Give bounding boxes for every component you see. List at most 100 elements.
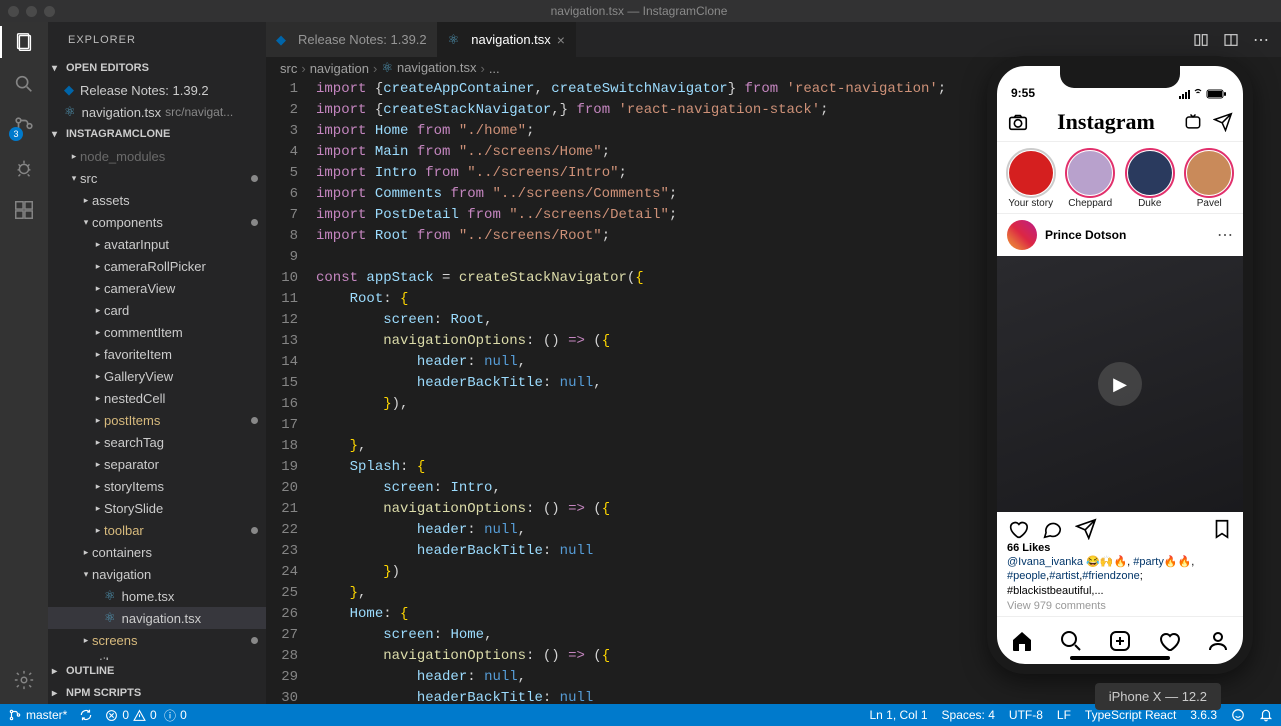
folder-item[interactable]: ▸nestedCell	[48, 387, 266, 409]
split-editor-icon[interactable]	[1223, 32, 1239, 48]
sb-feedback-icon[interactable]	[1231, 708, 1245, 722]
sb-spaces[interactable]: Spaces: 4	[942, 708, 995, 722]
traffic-lights	[8, 6, 55, 17]
open-editor-item[interactable]: ⚛navigation.tsxsrc/navigat...	[48, 101, 266, 123]
more-icon[interactable]: ⋯	[1253, 30, 1269, 50]
settings-gear-icon[interactable]	[12, 668, 36, 692]
explorer-icon[interactable]	[12, 30, 36, 54]
story-item[interactable]: Cheppard	[1065, 148, 1117, 209]
folder-item[interactable]: ▸screens	[48, 629, 266, 651]
folder-item[interactable]: ▾components	[48, 211, 266, 233]
outline-header[interactable]: ▸OUTLINE	[48, 660, 266, 682]
sb-problems[interactable]: 0 0 ⓘ 0	[105, 707, 186, 724]
story-item[interactable]: Pavel	[1184, 148, 1236, 209]
window-titlebar: navigation.tsx — InstagramClone	[0, 0, 1281, 22]
window-title: navigation.tsx — InstagramClone	[67, 4, 1281, 18]
folder-item[interactable]: ▸GalleryView	[48, 365, 266, 387]
extensions-icon[interactable]	[12, 198, 36, 222]
breadcrumb-item[interactable]: ...	[489, 61, 500, 76]
file-item[interactable]: ·⚛navigation.tsx	[48, 607, 266, 629]
folder-item[interactable]: ▸searchTag	[48, 431, 266, 453]
folder-item[interactable]: ▸separator	[48, 453, 266, 475]
sb-tsver[interactable]: 3.6.3	[1190, 708, 1217, 722]
view-comments[interactable]: View 979 comments	[997, 599, 1243, 616]
sb-lang[interactable]: TypeScript React	[1085, 708, 1176, 722]
tab-profile-icon[interactable]	[1206, 629, 1230, 653]
breadcrumb-item[interactable]: src	[280, 61, 297, 76]
bookmark-icon[interactable]	[1211, 518, 1233, 540]
breadcrumb-item[interactable]: navigation	[310, 61, 369, 76]
folder-item[interactable]: ▸containers	[48, 541, 266, 563]
camera-icon[interactable]	[1007, 111, 1029, 133]
tab-actions: ⋯	[1193, 22, 1281, 57]
sb-position[interactable]: Ln 1, Col 1	[869, 708, 927, 722]
story-item[interactable]: Duke	[1124, 148, 1176, 209]
editor-tab[interactable]: ⚛navigation.tsx×	[438, 22, 576, 57]
folder-item[interactable]: ▸node_modules	[48, 145, 266, 167]
tab-heart-icon[interactable]	[1157, 629, 1181, 653]
folder-item[interactable]: ▸StorySlide	[48, 497, 266, 519]
open-editors-list: ◆Release Notes: 1.39.2⚛navigation.tsxsrc…	[48, 79, 266, 123]
folder-item[interactable]: ▾navigation	[48, 563, 266, 585]
compare-icon[interactable]	[1193, 32, 1209, 48]
sb-eol[interactable]: LF	[1057, 708, 1071, 722]
folder-item[interactable]: ▸commentItem	[48, 321, 266, 343]
folder-item[interactable]: ▸storyItems	[48, 475, 266, 497]
close-window-icon[interactable]	[8, 6, 19, 17]
play-icon[interactable]: ▶	[1098, 362, 1142, 406]
editor-tab[interactable]: ◆Release Notes: 1.39.2	[266, 22, 438, 57]
comment-icon[interactable]	[1041, 518, 1063, 540]
minimize-window-icon[interactable]	[26, 6, 37, 17]
folder-item[interactable]: ▸cameraView	[48, 277, 266, 299]
ig-header: Instagram	[997, 102, 1243, 142]
source-control-icon[interactable]: 3	[12, 114, 36, 138]
close-tab-icon[interactable]: ×	[557, 32, 565, 48]
tab-add-icon[interactable]	[1108, 629, 1132, 653]
ig-logo: Instagram	[1057, 109, 1155, 135]
like-icon[interactable]	[1007, 518, 1029, 540]
debug-icon[interactable]	[12, 156, 36, 180]
breadcrumb-item[interactable]: ⚛navigation.tsx	[381, 60, 476, 76]
sb-sync[interactable]	[79, 708, 93, 722]
post-avatar[interactable]	[1007, 220, 1037, 250]
folder-item[interactable]: ▸card	[48, 299, 266, 321]
sb-encoding[interactable]: UTF-8	[1009, 708, 1043, 722]
tab-home-icon[interactable]	[1010, 629, 1034, 653]
post-header: Prince Dotson ⋯	[997, 214, 1243, 256]
folder-item[interactable]: ▸utils	[48, 651, 266, 660]
project-header[interactable]: ▾INSTAGRAMCLONE	[48, 123, 266, 145]
post-likes[interactable]: 66 Likes	[997, 542, 1243, 554]
sb-bell-icon[interactable]	[1259, 708, 1273, 722]
folder-item[interactable]: ▾src	[48, 167, 266, 189]
sim-time: 9:55	[1011, 86, 1035, 100]
tab-search-icon[interactable]	[1059, 629, 1083, 653]
sb-branch[interactable]: master*	[8, 708, 67, 722]
ios-simulator: 9:55 Instagram Your storyCheppardDukePav…	[987, 56, 1253, 674]
folder-item[interactable]: ▸toolbar	[48, 519, 266, 541]
notch	[1060, 66, 1180, 88]
zoom-window-icon[interactable]	[44, 6, 55, 17]
share-icon[interactable]	[1075, 518, 1097, 540]
npm-header[interactable]: ▸NPM SCRIPTS	[48, 682, 266, 704]
folder-item[interactable]: ▸assets	[48, 189, 266, 211]
folder-item[interactable]: ▸favoriteItem	[48, 343, 266, 365]
igtv-icon[interactable]	[1183, 112, 1203, 132]
post-author[interactable]: Prince Dotson	[1045, 228, 1209, 242]
open-editors-header[interactable]: ▾OPEN EDITORS	[48, 57, 266, 79]
search-icon[interactable]	[12, 72, 36, 96]
folder-item[interactable]: ▸avatarInput	[48, 233, 266, 255]
activity-bar: 3	[0, 22, 48, 704]
scm-badge: 3	[9, 127, 23, 141]
open-editor-item[interactable]: ◆Release Notes: 1.39.2	[48, 79, 266, 101]
post-media[interactable]: ▶	[997, 256, 1243, 512]
folder-item[interactable]: ▸postItems	[48, 409, 266, 431]
folder-item[interactable]: ▸cameraRollPicker	[48, 255, 266, 277]
post-caption: @Ivana_ivanka 😂🙌🔥, #party🔥🔥, #people,#ar…	[997, 554, 1243, 599]
home-indicator[interactable]	[1070, 656, 1170, 660]
story-item[interactable]: Your story	[1005, 148, 1057, 209]
explorer-sidebar: EXPLORER ▾OPEN EDITORS ◆Release Notes: 1…	[48, 22, 266, 704]
send-icon[interactable]	[1213, 112, 1233, 132]
post-more-icon[interactable]: ⋯	[1217, 225, 1233, 245]
file-item[interactable]: ·⚛home.tsx	[48, 585, 266, 607]
stories-row[interactable]: Your storyCheppardDukePavel	[997, 142, 1243, 214]
